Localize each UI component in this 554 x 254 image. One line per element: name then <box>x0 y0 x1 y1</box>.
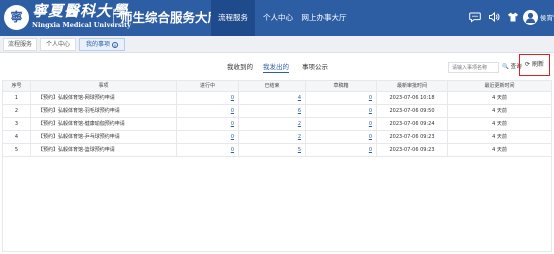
cell-approve-time: 2023-07-06 09:23 <box>377 144 448 157</box>
cell-finished: 5 <box>239 144 306 157</box>
close-icon[interactable]: × <box>112 41 118 48</box>
ongoing-count-link[interactable]: 0 <box>231 121 234 127</box>
cell-update-time: 4 天前 <box>492 95 507 101</box>
col-header-no: 序号 <box>3 81 31 92</box>
cell-no: 3 <box>3 118 31 131</box>
cell-no: 5 <box>3 144 31 157</box>
app-window: 寧 寧夏醫科大學 Ningxia Medical University 师生综合… <box>0 0 554 254</box>
cell-item: 【预约】弘毅体育馆-乒乓球预约申请 <box>31 131 177 144</box>
draft-count-link[interactable]: 0 <box>369 95 372 101</box>
cell-approve-time: 2023-07-06 09:50 <box>377 105 448 118</box>
cell-draft: 0 <box>306 131 377 144</box>
cell-finished: 6 <box>239 105 306 118</box>
col-header-ongoing: 进行中 <box>177 81 239 92</box>
table-header: 序号 事项 进行中 已结束 草稿箱 最新审批时间 最近更新时间 <box>3 81 551 92</box>
page-tab-my-items-label: 我的事项 <box>85 41 110 48</box>
ongoing-count-link[interactable]: 0 <box>231 95 234 101</box>
cell-finished: 2 <box>239 131 306 144</box>
cell-no: 1 <box>3 92 31 105</box>
col-header-update-time: 最近更新时间 <box>484 83 515 89</box>
cell-approve-time: 2023-07-06 10:18 <box>377 92 448 105</box>
cell-ongoing: 0 <box>177 105 239 118</box>
table-row[interactable]: 5 【预约】弘毅体育馆-篮球预约申请 0 5 0 2023-07-06 09:2… <box>3 144 551 157</box>
cell-ongoing: 0 <box>177 144 239 157</box>
cell-update-time: 4 天前 <box>492 147 507 153</box>
header-divider <box>113 9 114 27</box>
refresh-button[interactable]: ⟳ 刷新 <box>519 54 550 76</box>
cell-item: 【预约】弘毅体育馆-羽毛球预约申请 <box>31 105 177 118</box>
username-label[interactable]: 侯宵雪我的... <box>540 12 554 24</box>
cell-ongoing: 0 <box>177 118 239 131</box>
finished-count-link[interactable]: 2 <box>298 134 301 140</box>
cell-no: 4 <box>3 131 31 144</box>
cell-approve-time: 2023-07-06 09:23 <box>377 131 448 144</box>
col-header-finished: 已结束 <box>239 81 306 92</box>
nav-personal-center[interactable]: 个人中心 <box>261 0 295 36</box>
user-avatar-icon[interactable] <box>523 10 538 25</box>
draft-count-link[interactable]: 0 <box>369 108 372 114</box>
draft-count-link[interactable]: 0 <box>369 147 372 153</box>
col-header-item: 事项 <box>31 81 177 92</box>
draft-count-link[interactable]: 0 <box>369 121 372 127</box>
table-row[interactable]: 2 【预约】弘毅体育馆-羽毛球预约申请 0 6 0 2023-07-06 09:… <box>3 105 551 118</box>
tab-received[interactable]: 我收到的 <box>227 61 253 73</box>
university-emblem-icon: 寧 <box>4 5 29 30</box>
cell-ongoing: 0 <box>177 92 239 105</box>
col-header-approve-time: 最新审批时间 <box>377 81 448 92</box>
finished-count-link[interactable]: 2 <box>298 121 301 127</box>
cell-approve-time: 2023-07-06 09:24 <box>377 118 448 131</box>
message-icon[interactable] <box>468 11 482 25</box>
cell-item: 【预约】弘毅体育馆-健康瑜伽预约申请 <box>31 118 177 131</box>
nav-process-service[interactable]: 流程服务 <box>211 0 255 36</box>
cell-draft: 0 <box>306 118 377 131</box>
page-tab-bar: 流程服务 个人中心 我的事项 × <box>0 36 554 53</box>
finished-count-link[interactable]: 5 <box>298 147 301 153</box>
tab-sent[interactable]: 我发出的 <box>263 61 289 73</box>
university-name-en: Ningxia Medical University <box>32 21 131 29</box>
cell-draft: 0 <box>306 144 377 157</box>
top-header: 寧 寧夏醫科大學 Ningxia Medical University 师生综合… <box>0 0 554 36</box>
ongoing-count-link[interactable]: 0 <box>231 147 234 153</box>
cell-ongoing: 0 <box>177 131 239 144</box>
cell-item: 【预约】弘毅体育馆-网球预约申请 <box>31 92 177 105</box>
cell-update-time: 4 天前 <box>492 134 507 140</box>
finished-count-link[interactable]: 6 <box>298 108 301 114</box>
table-row[interactable]: 4 【预约】弘毅体育馆-乒乓球预约申请 0 2 0 2023-07-06 09:… <box>3 131 551 144</box>
volume-icon[interactable] <box>487 11 501 25</box>
page-tab-process-service[interactable]: 流程服务 <box>3 38 37 51</box>
table-row[interactable]: 3 【预约】弘毅体育馆-健康瑜伽预约申请 0 2 0 2023-07-06 09… <box>3 118 551 131</box>
nav-online-hall[interactable]: 网上办事大厅 <box>300 0 348 36</box>
cell-no: 2 <box>3 105 31 118</box>
finished-count-link[interactable]: 4 <box>298 95 301 101</box>
shirt-icon[interactable] <box>506 11 520 25</box>
col-header-draft: 草稿箱 <box>306 81 377 92</box>
items-table: 序号 事项 进行中 已结束 草稿箱 最新审批时间 最近更新时间 1 【预约】弘毅… <box>2 80 552 252</box>
hall-title: 师生综合服务大厅 <box>120 10 221 25</box>
page-tab-my-items[interactable]: 我的事项 × <box>79 38 125 51</box>
cell-draft: 0 <box>306 92 377 105</box>
ongoing-count-link[interactable]: 0 <box>231 134 234 140</box>
ongoing-count-link[interactable]: 0 <box>231 108 234 114</box>
cell-update-time: 4 天前 <box>492 108 507 114</box>
cell-finished: 2 <box>239 118 306 131</box>
table-row[interactable]: 1 【预约】弘毅体育馆-网球预约申请 0 4 0 2023-07-06 10:1… <box>3 92 551 105</box>
page-tab-personal-center[interactable]: 个人中心 <box>40 38 76 51</box>
main-content: 我收到的 我发出的 事项公示 🔍 查询 ⟳ 刷新 序号 事项 进行中 已结束 草… <box>0 53 554 254</box>
tab-public-notice[interactable]: 事项公示 <box>302 61 328 73</box>
cell-draft: 0 <box>306 105 377 118</box>
cell-update-time: 4 天前 <box>492 121 507 127</box>
search-input[interactable] <box>448 62 499 73</box>
draft-count-link[interactable]: 0 <box>369 134 372 140</box>
cell-item: 【预约】弘毅体育馆-篮球预约申请 <box>31 144 177 157</box>
cell-finished: 4 <box>239 92 306 105</box>
